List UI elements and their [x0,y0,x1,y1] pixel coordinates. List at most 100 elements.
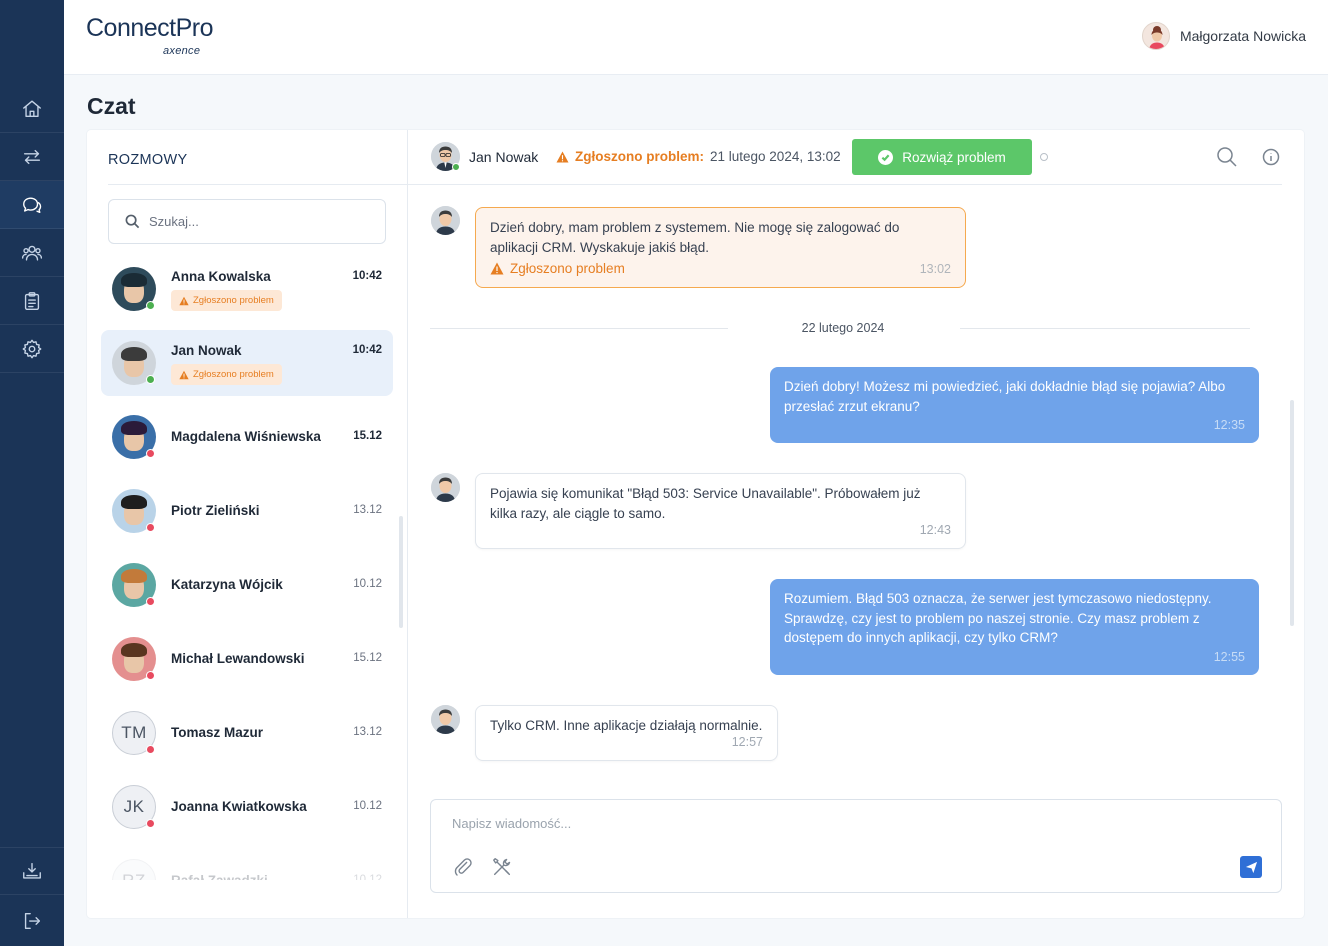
user-name: Małgorzata Nowicka [1179,28,1306,44]
nav-users[interactable] [0,229,64,277]
message-bubble-incoming[interactable]: Pojawia się komunikat "Błąd 503: Service… [475,473,966,549]
message-list: Dzień dobry, mam problem z systemem. Nie… [408,186,1304,791]
conversation-time: 13.12 [353,726,382,738]
message-composer [430,799,1282,893]
message-avatar [431,705,460,734]
chat-search-button[interactable] [1216,146,1238,168]
problem-alert: Zgłoszono problem: 21 lutego 2024, 13:02 [556,149,841,164]
conversation-name: Anna Kowalska [171,269,271,284]
conversation-time: 10:42 [352,344,382,356]
message-text: Rozumiem. Błąd 503 oznacza, że serwer je… [784,591,1212,645]
conversation-name: Michał Lewandowski [171,651,305,666]
resolve-problem-button[interactable]: Rozwiąż problem [852,139,1032,175]
chat-scrollbar[interactable] [1290,400,1294,626]
message-time: 13:02 [919,261,951,276]
contact-name: Jan Nowak [469,149,539,165]
conversation-item[interactable]: Anna Kowalska 10:42 Zgłoszono problem [101,256,393,322]
divider [108,184,408,185]
conversation-time: 10.12 [353,800,382,812]
conversation-item[interactable]: RZ Rafał Zawadzki 10.12 [101,848,393,880]
tools-icon [493,858,511,876]
message-time: 12:35 [1213,417,1245,432]
conversation-item[interactable]: Piotr Zieliński 13.12 [101,478,393,544]
conversation-time: 15.12 [353,652,382,664]
flag-label: Zgłoszono problem [510,261,625,276]
conversation-name: Jan Nowak [171,343,242,358]
message-text: Pojawia się komunikat "Błąd 503: Service… [490,486,921,521]
message-avatar [431,473,460,502]
avatar-hair [121,273,147,287]
nav-settings[interactable] [0,325,64,373]
message-time: 12:43 [919,522,951,537]
avatar-hair [121,569,147,583]
chat-pane: Jan Nowak Zgłoszono problem: 21 lutego 2… [408,130,1304,918]
conversation-time: 10.12 [353,578,382,590]
list-scrollbar[interactable] [399,516,403,628]
status-indicator [146,745,155,754]
status-indicator [146,301,155,310]
badge-label: Zgłoszono problem [193,369,274,380]
avatar-hair [121,421,147,435]
conversation-time: 15.12 [353,430,382,442]
warning-icon [556,150,569,163]
avatar-initials: JK [123,797,145,816]
conversation-item[interactable]: Magdalena Wiśniewska 15.12 [101,404,393,470]
date-separator-text: 22 lutego 2024 [801,321,885,335]
send-button[interactable] [1240,856,1262,878]
search-icon [1217,147,1237,167]
conversation-name: Joanna Kwiatkowska [171,799,307,814]
chat-icon [23,196,42,213]
conversation-item[interactable]: Jan Nowak 10:42 Zgłoszono problem [101,330,393,396]
search-input[interactable] [149,214,349,229]
chat-header: Jan Nowak Zgłoszono problem: 21 lutego 2… [408,130,1282,185]
avatar-hair [121,495,147,509]
conversation-item[interactable]: Katarzyna Wójcik 10.12 [101,552,393,618]
conversation-name: Tomasz Mazur [171,725,264,740]
message-bubble-outgoing[interactable]: Rozumiem. Błąd 503 oznacza, że serwer je… [770,579,1259,675]
message-bubble-incoming[interactable]: Tylko CRM. Inne aplikacje działają norma… [475,705,778,761]
nav-download[interactable] [0,847,64,895]
conversation-name: Piotr Zieliński [171,503,260,518]
nav-tasks[interactable] [0,277,64,325]
search-box[interactable] [108,199,386,244]
conversation-time: 10.12 [353,874,382,880]
status-badge: Zgłoszono problem [171,364,282,385]
alert-label: Zgłoszono problem: [575,149,704,164]
search-icon [125,214,140,229]
message-input[interactable] [452,816,1212,838]
message-bubble-incoming[interactable]: Dzień dobry, mam problem z systemem. Nie… [475,207,966,288]
tools-button[interactable] [491,856,515,880]
conversation-item[interactable]: JK Joanna Kwiatkowska 10.12 [101,774,393,840]
message-bubble-outgoing[interactable]: Dzień dobry! Możesz mi powiedzieć, jaki … [770,367,1259,443]
warning-icon [179,370,189,379]
chat-card: ROZMOWY Anna Kowalska 10:42 Zgłoszono prob… [87,130,1304,918]
conversation-item[interactable]: TM Tomasz Mazur 13.12 [101,700,393,766]
message-time: 12:55 [1213,649,1245,664]
info-icon [1262,148,1280,166]
conversation-name: Katarzyna Wójcik [171,577,283,592]
chat-info-button[interactable] [1260,146,1282,168]
nav-chat[interactable] [0,181,64,229]
brand-name: ConnectPro [86,14,214,42]
brand-sub: axence [163,45,201,57]
conversation-name: Rafał Zawadzki [171,873,268,880]
clipboard-icon [24,291,40,310]
warning-icon [179,296,189,305]
message-text: Dzień dobry, mam problem z systemem. Nie… [490,220,900,255]
date-separator: 22 lutego 2024 [428,319,1250,339]
nav-home[interactable] [0,85,64,133]
nav-transfer[interactable] [0,133,64,181]
message-avatar [431,206,460,235]
small-info-icon[interactable] [1040,153,1048,161]
top-bar: ConnectPro axence Małgorzata Nowicka [64,0,1328,75]
user-menu[interactable]: Małgorzata Nowicka [1141,22,1306,50]
nav-logout[interactable] [0,897,64,945]
brand-logo[interactable]: ConnectPro axence [86,14,214,57]
user-avatar [1141,22,1170,50]
conversation-item[interactable]: Michał Lewandowski 15.12 [101,626,393,692]
resolve-label: Rozwiąż problem [902,149,1006,165]
logout-icon [24,912,41,930]
transfer-icon [23,149,41,164]
conversation-pane: ROZMOWY Anna Kowalska 10:42 Zgłoszono prob… [87,130,408,918]
attach-button[interactable] [452,856,476,880]
